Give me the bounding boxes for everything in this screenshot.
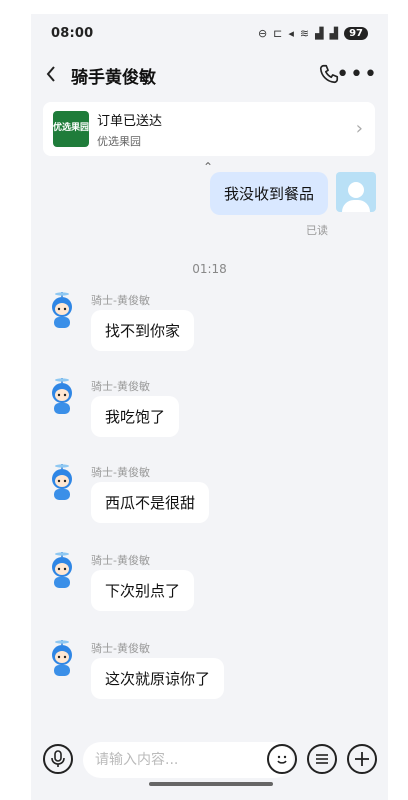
more-icon[interactable]: ••• [336,62,378,87]
signal-5g-icon: ▟ [315,26,324,40]
wifi-icon: ≋ [299,26,310,40]
input-bar [31,734,388,786]
sender-name: 骑士-黄俊敏 [91,554,150,567]
avatar[interactable] [336,172,376,212]
rider-avatar[interactable] [47,464,77,500]
sender-name: 骑士-黄俊敏 [91,380,150,393]
message-bubble[interactable]: 找不到你家 [91,310,195,351]
message-bubble[interactable]: 这次就原谅你了 [91,658,225,699]
bed-icon: ⊏ [273,26,283,40]
status-bar: 08:00 ⊖ ⊏ ◂ ≋ ▟ ▟ 97 [31,14,388,52]
plus-icon[interactable] [347,744,377,774]
quick-reply-icon[interactable] [307,744,337,774]
rider-avatar[interactable] [47,552,77,588]
store-name: 优选果园 [97,134,141,148]
message-timestamp: 01:18 [192,262,227,276]
store-logo: 优选果园 [53,111,89,147]
signal-5g-icon: ▟ [329,26,339,40]
chevron-right-icon: › [355,118,363,139]
battery-badge: 97 [344,26,368,40]
home-indicator[interactable] [149,782,273,786]
chat-header: 骑手黄俊敏 ••• [31,54,388,96]
chat-screen: 08:00 ⊖ ⊏ ◂ ≋ ▟ ▟ 97 骑手黄俊敏 ••• 优选果园 订单已送… [31,14,388,800]
sent-bubble[interactable]: 我没收到餐品 [209,172,328,215]
rider-avatar[interactable] [47,378,77,414]
dnd-icon: ⊖ [257,26,268,40]
message-bubble[interactable]: 我吃饱了 [91,396,180,437]
message-bubble[interactable]: 西瓜不是很甜 [91,482,210,523]
page-title: 骑手黄俊敏 [71,68,156,88]
sender-name: 骑士-黄俊敏 [91,294,150,307]
order-status: 订单已送达 [97,113,163,129]
order-card[interactable]: 优选果园 订单已送达 优选果园 › [43,102,375,156]
chevron-left-icon[interactable] [41,64,61,84]
status-icons: ⊖ ⊏ ◂ ≋ ▟ ▟ 97 [257,26,368,40]
message-input[interactable] [83,742,293,778]
sender-name: 骑士-黄俊敏 [91,466,150,479]
store-logo-text: 优选果园 [53,123,90,134]
status-time: 08:00 [51,25,94,41]
read-receipt: 已读 [306,224,328,237]
sender-name: 骑士-黄俊敏 [91,642,150,655]
mute-icon: ◂ [288,26,294,40]
microphone-icon[interactable] [43,744,73,774]
emoji-icon[interactable] [267,744,297,774]
rider-avatar[interactable] [47,640,77,676]
sent-message: 我没收到餐品 [209,172,376,215]
message-bubble[interactable]: 下次别点了 [91,570,195,611]
rider-avatar[interactable] [47,292,77,328]
